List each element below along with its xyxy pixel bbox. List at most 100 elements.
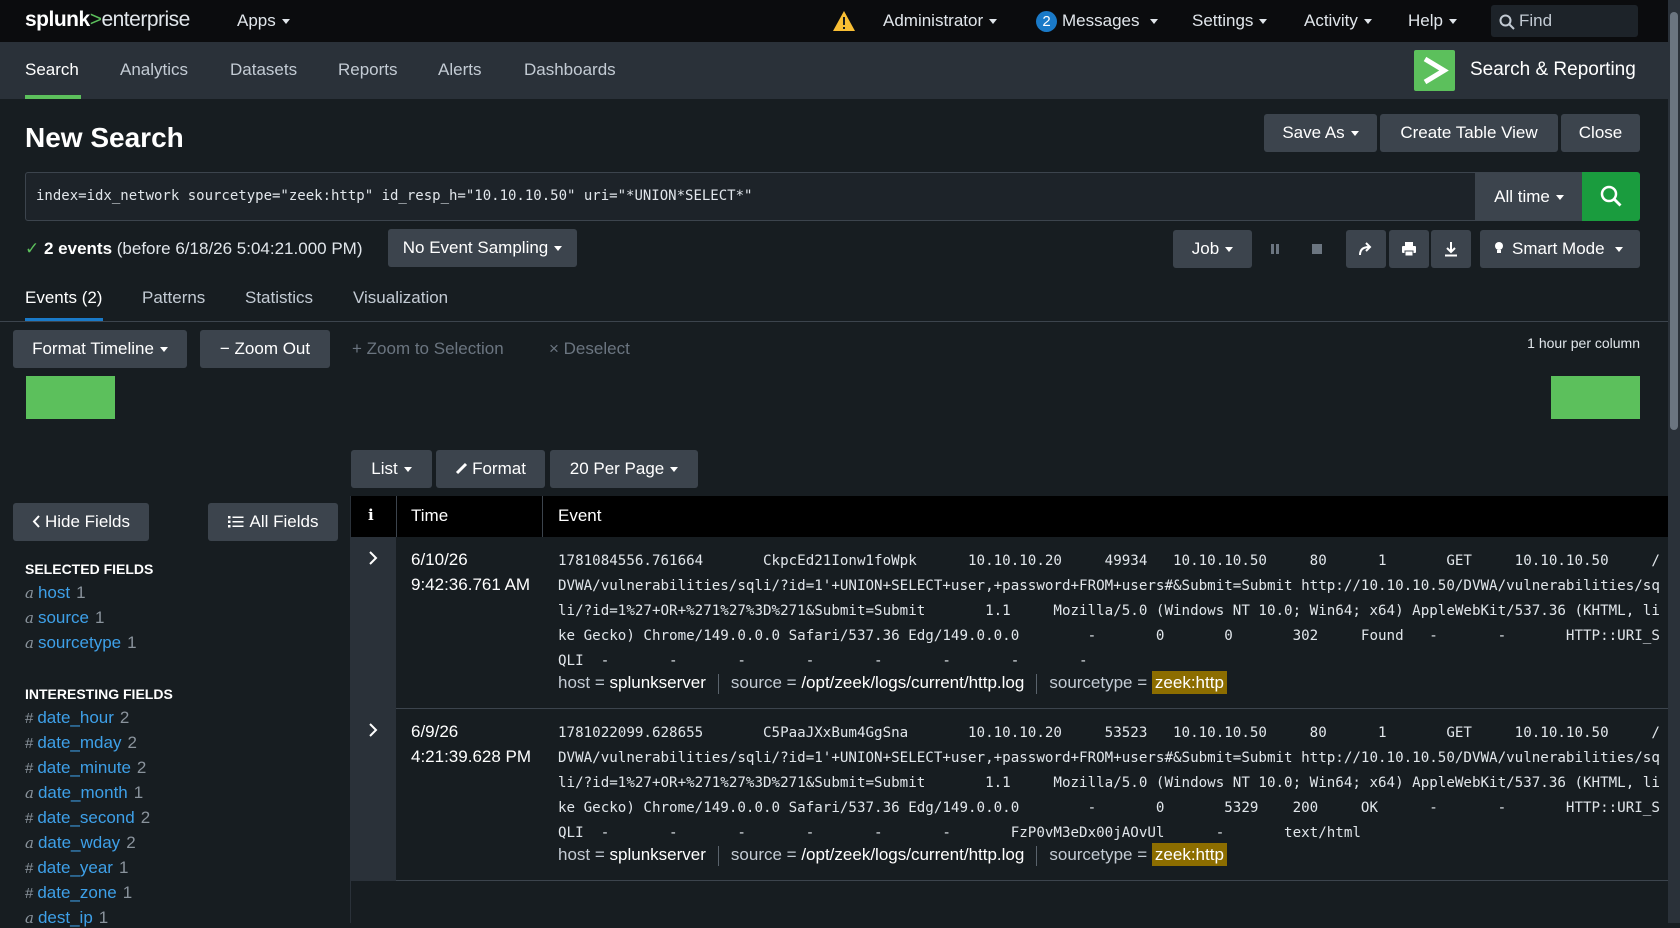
field-name[interactable]: date_hour <box>37 708 114 727</box>
scrollbar-thumb[interactable] <box>1670 12 1678 430</box>
sourcetype-value[interactable]: zeek:http <box>1151 671 1227 694</box>
field-name[interactable]: dest_ip <box>38 908 93 927</box>
field-date-mday[interactable]: # date_mday 2 <box>25 733 137 753</box>
field-name[interactable]: date_month <box>38 783 128 802</box>
expand-row-button[interactable] <box>351 709 396 881</box>
job-menu[interactable]: Job <box>1173 230 1252 268</box>
field-date-second[interactable]: # date_second 2 <box>25 808 150 828</box>
tab-datasets[interactable]: Datasets <box>230 60 297 80</box>
lightbulb-icon <box>1495 242 1503 253</box>
page-scrollbar[interactable] <box>1668 0 1680 923</box>
splunk-logo[interactable]: splunk>enterprise <box>25 8 190 32</box>
close-button[interactable]: Close <box>1561 114 1640 152</box>
all-fields-button[interactable]: All Fields <box>208 503 338 541</box>
sourcetype-value[interactable]: zeek:http <box>1151 843 1227 866</box>
field-date-wday[interactable]: a date_wday 2 <box>25 833 136 853</box>
per-page-dropdown[interactable]: 20 Per Page <box>550 450 698 488</box>
host-value[interactable]: splunkserver <box>610 845 706 864</box>
tab-patterns[interactable]: Patterns <box>142 288 205 308</box>
host-value[interactable]: splunkserver <box>610 673 706 692</box>
field-name[interactable]: date_mday <box>37 733 121 752</box>
field-count: 2 <box>136 758 147 777</box>
search-query-input[interactable]: index=idx_network sourcetype="zeek:http"… <box>25 172 1476 221</box>
tab-statistics[interactable]: Statistics <box>245 288 313 308</box>
meta-divider <box>717 673 719 694</box>
tab-visualization[interactable]: Visualization <box>353 288 448 308</box>
help-menu[interactable]: Help <box>1408 11 1457 31</box>
source-value[interactable]: /opt/zeek/logs/current/http.log <box>801 845 1024 864</box>
tab-alerts[interactable]: Alerts <box>438 60 481 80</box>
field-date-zone[interactable]: # date_zone 1 <box>25 883 132 903</box>
field-count: 1 <box>118 858 129 877</box>
field-sourcetype[interactable]: a sourcetype 1 <box>25 633 137 653</box>
field-dest-ip[interactable]: a dest_ip 1 <box>25 908 108 928</box>
list-view-dropdown[interactable]: List <box>351 450 432 488</box>
zoom-out-button[interactable]: − Zoom Out <box>200 330 330 368</box>
format-button[interactable]: Format <box>436 450 545 488</box>
share-icon <box>1359 242 1372 256</box>
pencil-icon <box>456 462 468 475</box>
pause-icon[interactable] <box>1269 242 1281 256</box>
tab-search[interactable]: Search <box>25 60 79 80</box>
timeline-bar[interactable] <box>1551 376 1640 419</box>
event-date: 6/9/26 <box>411 722 459 741</box>
hide-fields-button[interactable]: Hide Fields <box>13 503 149 541</box>
field-date-minute[interactable]: # date_minute 2 <box>25 758 146 778</box>
time-column-header[interactable]: Time <box>411 506 448 526</box>
deselect-button[interactable]: × Deselect <box>549 339 630 359</box>
page-title: New Search <box>25 122 184 153</box>
time-range-picker[interactable]: All time <box>1476 172 1582 221</box>
tab-analytics[interactable]: Analytics <box>120 60 188 80</box>
event-time[interactable]: 6/10/26 9:42:36.761 AM <box>411 547 530 597</box>
expand-row-button[interactable] <box>351 537 396 709</box>
source-value[interactable]: /opt/zeek/logs/current/http.log <box>801 673 1024 692</box>
field-name[interactable]: date_year <box>37 858 113 877</box>
event-raw-text: 1781022099.628655 C5PaaJXxBum4GgSna 10.1… <box>558 725 1660 841</box>
sourcetype-label: sourcetype = <box>1049 845 1148 864</box>
messages-menu[interactable]: 2 Messages <box>1036 11 1158 32</box>
field-name[interactable]: host <box>38 583 70 602</box>
tab-events[interactable]: Events (2) <box>25 288 102 308</box>
tab-dashboards[interactable]: Dashboards <box>524 60 616 80</box>
field-name[interactable]: sourcetype <box>38 633 121 652</box>
stop-icon[interactable] <box>1311 242 1323 256</box>
find-input[interactable]: Find <box>1491 5 1638 37</box>
field-date-month[interactable]: a date_month 1 <box>25 783 143 803</box>
app-bar: Search Analytics Datasets Reports Alerts… <box>0 42 1680 99</box>
field-date-hour[interactable]: # date_hour 2 <box>25 708 129 728</box>
field-name[interactable]: source <box>38 608 89 627</box>
sourcetype-label: sourcetype = <box>1049 673 1148 692</box>
print-button[interactable] <box>1389 230 1429 268</box>
settings-menu[interactable]: Settings <box>1192 11 1267 31</box>
field-name[interactable]: date_wday <box>38 833 120 852</box>
format-timeline-button[interactable]: Format Timeline <box>13 330 187 368</box>
save-as-button[interactable]: Save As <box>1264 114 1377 152</box>
string-field-icon: a <box>25 634 34 652</box>
selected-fields-heading: SELECTED FIELDS <box>25 561 154 577</box>
zoom-to-selection-button[interactable]: + Zoom to Selection <box>352 339 504 359</box>
field-name[interactable]: date_second <box>37 808 134 827</box>
share-button[interactable] <box>1346 230 1386 268</box>
apps-menu[interactable]: Apps <box>237 11 290 31</box>
create-table-view-button[interactable]: Create Table View <box>1380 114 1558 152</box>
warning-icon[interactable] <box>832 10 856 32</box>
search-button[interactable] <box>1582 172 1640 221</box>
field-name[interactable]: date_zone <box>37 883 116 902</box>
field-name[interactable]: date_minute <box>37 758 131 777</box>
activity-menu[interactable]: Activity <box>1304 11 1372 31</box>
timeline-scale-label: 1 hour per column <box>1527 335 1640 351</box>
numeric-field-icon: # <box>25 710 34 727</box>
tab-reports[interactable]: Reports <box>338 60 398 80</box>
event-time[interactable]: 6/9/26 4:21:39.628 PM <box>411 719 531 769</box>
search-mode-dropdown[interactable]: Smart Mode <box>1480 230 1640 268</box>
timeline-bar[interactable] <box>26 376 115 419</box>
field-date-year[interactable]: # date_year 1 <box>25 858 128 878</box>
administrator-menu[interactable]: Administrator <box>883 11 997 31</box>
export-button[interactable] <box>1431 230 1471 268</box>
field-source[interactable]: a source 1 <box>25 608 104 628</box>
event-clock: 9:42:36.761 AM <box>411 575 531 594</box>
event-sampling-dropdown[interactable]: No Event Sampling <box>388 229 577 267</box>
numeric-field-icon: # <box>25 735 34 752</box>
active-tab-indicator <box>25 95 81 99</box>
field-host[interactable]: a host 1 <box>25 583 86 603</box>
